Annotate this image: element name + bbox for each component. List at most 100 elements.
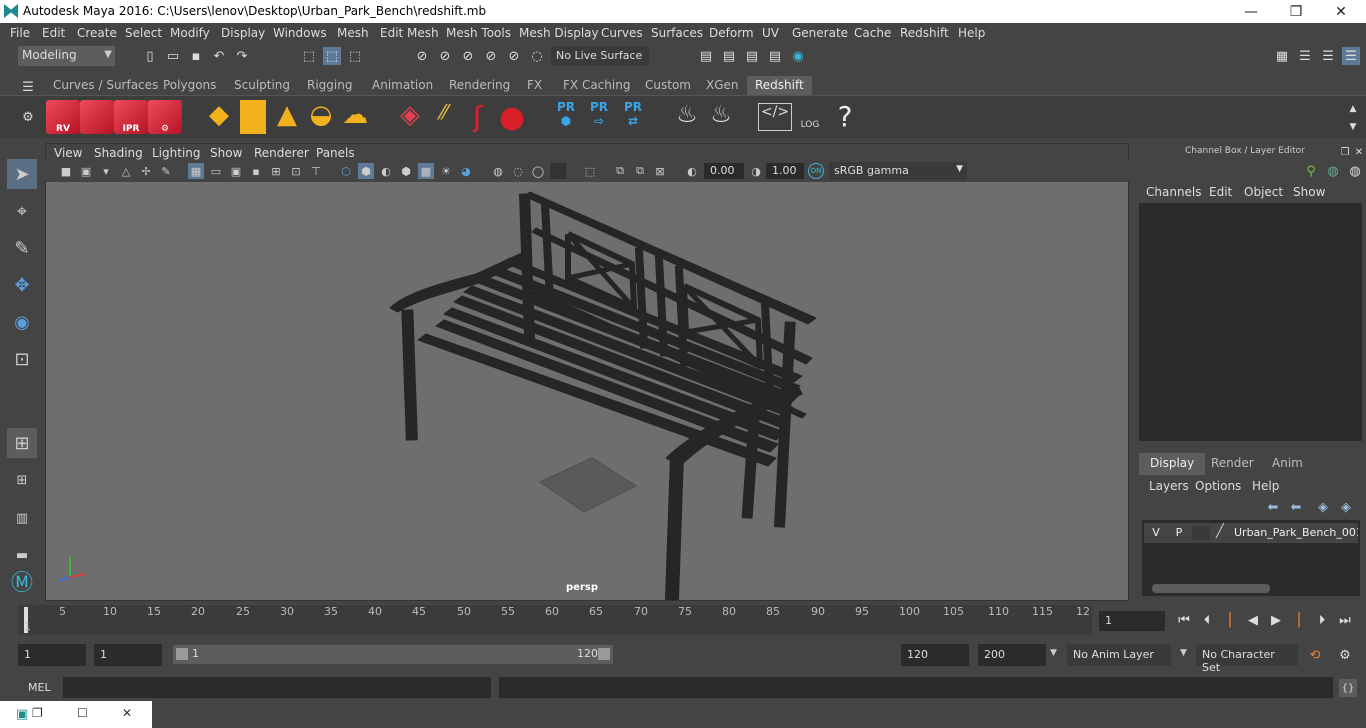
range-start-handle[interactable] [176,648,188,660]
layer-playback-toggle[interactable]: P [1170,526,1188,540]
select-component-icon[interactable]: ⬚ [346,47,364,65]
live-surface-field[interactable]: No Live Surface [551,46,649,66]
post-render-export-icon[interactable]: PR ⇨ [582,100,616,134]
shelf-tab-custom[interactable]: Custom [637,76,699,95]
minimized-window[interactable]: ▣ ❐ ☐ ✕ [0,701,152,728]
channel-box-icon[interactable]: ☰ [1342,47,1360,65]
help-icon[interactable]: ? [828,100,862,134]
film-gate-icon[interactable]: ▭ [208,163,224,179]
camera-icon[interactable]: ■ [58,163,74,179]
isolate-select-icon[interactable]: ⬚ [582,163,598,179]
menu-surfaces[interactable]: Surfaces [651,26,703,40]
shelf-tab-fx[interactable]: FX [519,76,550,95]
shelf-tab-animation[interactable]: Animation [364,76,441,95]
2d-pan-icon[interactable]: ✢ [138,163,154,179]
anim-layer-select[interactable]: No Anim Layer [1067,644,1171,666]
move-layer-down-icon[interactable]: ⬅ [1287,498,1305,516]
channel-menu-channels[interactable]: Channels [1146,185,1202,199]
auto-key-icon[interactable]: ⟲ [1306,646,1324,664]
layer-menu-options[interactable]: Options [1195,479,1241,493]
channel-menu-object[interactable]: Object [1244,185,1283,199]
safe-title-icon[interactable]: ⊤ [308,163,324,179]
snap-point-icon[interactable]: ⊘ [459,47,477,65]
layer-tab-anim[interactable]: Anim [1261,453,1314,475]
use-lights-icon[interactable]: ☀ [438,163,454,179]
post-render-sync-icon[interactable]: PR ⇄ [616,100,650,134]
playback-end-field[interactable]: 120 [901,644,969,666]
viewport-menu-renderer[interactable]: Renderer [254,146,309,160]
single-pane-icon[interactable]: ⊞ [7,428,37,458]
3d-viewport[interactable] [46,182,1128,600]
channel-menu-show[interactable]: Show [1293,185,1325,199]
shelf-scroll-up-icon[interactable]: ▲ [1344,100,1362,118]
select-tool-icon[interactable]: ➤ [7,159,37,189]
menu-curves[interactable]: Curves [601,26,643,40]
snap-view-icon[interactable]: ⊘ [482,47,500,65]
snap-surface-icon[interactable]: ⊘ [505,47,523,65]
layer-tab-display[interactable]: Display [1139,453,1206,475]
area-light-icon[interactable]: ◆ [202,100,236,134]
sun-sky-icon[interactable]: ☁ [338,100,372,134]
four-pane-icon[interactable]: ⊞ [7,465,37,495]
bookmark-icon[interactable]: ▾ [98,163,114,179]
play-backwards-icon[interactable]: ◀ [1245,612,1261,628]
menu-edit-mesh[interactable]: Edit Mesh [380,26,439,40]
play-forwards-icon[interactable]: ▶ [1268,612,1284,628]
menu-help[interactable]: Help [958,26,985,40]
new-layer-selected-icon[interactable]: ◈ [1337,498,1355,516]
new-layer-icon[interactable]: ◈ [1314,498,1332,516]
menu-cache[interactable]: Cache [854,26,891,40]
shadows-icon[interactable]: ◕ [458,163,474,179]
safe-action-icon[interactable]: ⊡ [288,163,304,179]
redshift-ipr-icon[interactable]: IPR [114,100,148,134]
grid-icon[interactable]: ▦ [188,163,204,179]
command-input[interactable] [63,677,491,698]
rotate-tool-icon[interactable]: ◉ [7,307,37,337]
save-scene-icon[interactable]: ▪ [187,47,205,65]
proxy-icon[interactable]: ◈ [393,100,427,134]
snap-grid-icon[interactable]: ⊘ [413,47,431,65]
animation-end-field[interactable]: 200 [978,644,1046,666]
lasso-tool-icon[interactable]: ⌖ [7,196,37,226]
viewport-menu-show[interactable]: Show [210,146,242,160]
channel-sync-icon[interactable]: ◍ [1324,162,1342,180]
menu-redshift[interactable]: Redshift [900,26,949,40]
render-view-icon[interactable]: ▤ [697,47,715,65]
ies-light-icon[interactable]: ▲ [270,100,304,134]
menu-select[interactable]: Select [125,26,162,40]
xray-icon[interactable]: ⧉ [612,163,628,179]
redshift-material-icon[interactable]: ● [495,100,529,135]
anti-aliasing-icon[interactable]: ◯ [530,163,546,179]
menu-edit[interactable]: Edit [42,26,65,40]
layer-scrollbar[interactable] [1152,584,1270,593]
menu-file[interactable]: File [10,26,30,40]
modeling-toolkit-icon[interactable]: ▦ [1273,47,1291,65]
redshift-batch-render-icon[interactable] [80,100,114,134]
menu-create[interactable]: Create [77,26,117,40]
new-scene-icon[interactable]: ▯ [141,47,159,65]
shelf-tab-sculpting[interactable]: Sculpting [226,76,298,95]
menu-generate[interactable]: Generate [792,26,848,40]
layer-menu-help[interactable]: Help [1252,479,1279,493]
shelf-tab-curves-surfaces[interactable]: Curves / Surfaces [45,76,166,95]
open-scene-icon[interactable]: ▭ [164,47,182,65]
range-slider[interactable]: 1 120 [173,645,613,664]
viewport-menu-shading[interactable]: Shading [94,146,143,160]
shelf-tab-fx-caching[interactable]: FX Caching [555,76,638,95]
close-icon[interactable]: ✕ [122,706,132,720]
gamma-field[interactable]: 1.00 [766,163,804,179]
step-forward-key-icon[interactable]: ⎮ [1291,612,1307,628]
resolution-gate-icon[interactable]: ▣ [228,163,244,179]
camera-attr-icon[interactable]: ▣ [78,163,94,179]
restore-button[interactable]: ❐ [1273,0,1319,23]
screen-space-ao-icon[interactable]: ◍ [490,163,506,179]
channel-menu-edit[interactable]: Edit [1209,185,1232,199]
wireframe-on-shaded-icon[interactable]: ⬢ [398,163,414,179]
script-editor-icon[interactable]: {} [1339,679,1357,697]
animation-start-field[interactable]: 1 [18,644,86,666]
viewport-menu-lighting[interactable]: Lighting [152,146,201,160]
redshift-environment-icon[interactable]: ʃ [461,100,495,134]
step-back-key-icon[interactable]: ⎮ [1222,612,1238,628]
menu-uv[interactable]: UV [762,26,779,40]
layer-tab-render[interactable]: Render [1200,453,1265,475]
